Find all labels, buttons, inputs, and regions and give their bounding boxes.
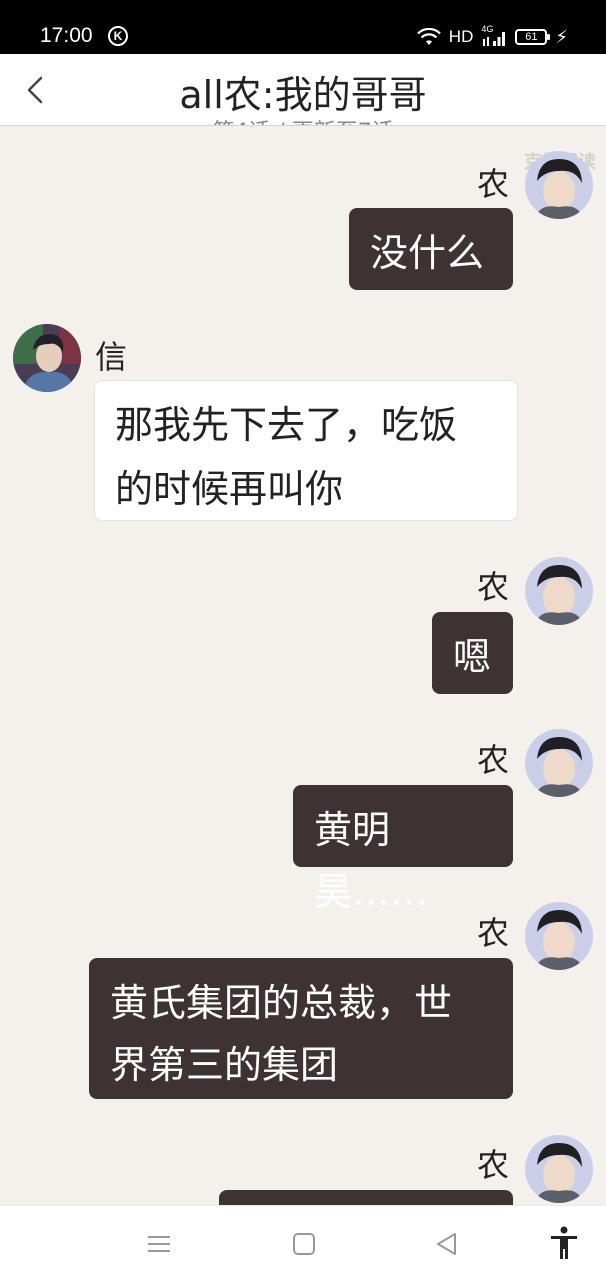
avatar[interactable] xyxy=(525,151,593,219)
menu-icon[interactable] xyxy=(145,1230,173,1258)
message-item: 信 那我先下去了，吃饭 的时候再叫你 xyxy=(0,317,606,527)
avatar[interactable] xyxy=(525,1135,593,1203)
chat-bubble[interactable]: 黄氏集团的总裁，世 界第三的集团 xyxy=(89,958,513,1099)
chat-header: all农:我的哥哥 第4话 / 更新至7话 xyxy=(0,54,606,126)
signal-icon: 4G xyxy=(481,24,507,47)
sender-name: 农 xyxy=(477,1146,510,1184)
message-item: 农 黄明昊…… xyxy=(0,717,606,914)
sender-name: 农 xyxy=(477,568,510,606)
message-text-line: 界第三的集团 xyxy=(110,1043,339,1087)
hd-label: HD xyxy=(448,27,474,46)
chat-bubble[interactable]: 嗯 xyxy=(432,612,513,694)
chat-list[interactable]: 农 没什么 信 那我先下去了，吃饭 的时候再叫你 农 嗯 农 黄明昊…… 农 黄… xyxy=(0,127,606,1205)
message-text: 没什么 xyxy=(370,231,485,275)
avatar[interactable] xyxy=(525,557,593,625)
chat-bubble[interactable]: 没什么 xyxy=(349,208,513,290)
avatar[interactable] xyxy=(13,324,81,392)
avatar[interactable] xyxy=(525,729,593,797)
sender-name: 农 xyxy=(477,741,510,779)
status-indicators: HD 4G 61 ⚡ xyxy=(417,24,568,48)
chapter-subtitle: 第4话 / 更新至7话 xyxy=(0,114,606,125)
message-text-line: 那我先下去了，吃饭 xyxy=(115,403,458,447)
message-item: 农 没什么 xyxy=(0,127,606,297)
charging-bolt-icon: ⚡ xyxy=(555,26,568,48)
sender-name: 农 xyxy=(477,914,510,952)
home-square-icon[interactable] xyxy=(290,1230,318,1258)
sender-name: 信 xyxy=(95,338,128,376)
accessibility-icon[interactable] xyxy=(549,1226,579,1260)
k-badge-icon: K xyxy=(108,26,128,46)
status-bar: 17:00 K HD 4G 61 ⚡ xyxy=(0,0,606,54)
chat-bubble[interactable] xyxy=(219,1190,513,1205)
battery-level: 61 xyxy=(525,31,538,43)
battery-icon: 61 xyxy=(515,29,551,45)
back-triangle-icon[interactable] xyxy=(433,1230,461,1258)
sender-name: 农 xyxy=(477,165,510,203)
message-text: 嗯 xyxy=(453,635,492,679)
wifi-icon xyxy=(417,28,441,45)
system-nav-bar xyxy=(0,1205,606,1280)
message-text-line: 黄氏集团的总裁，世 xyxy=(110,981,453,1025)
status-time: 17:00 xyxy=(40,24,93,47)
page-title: all农:我的哥哥 xyxy=(179,73,427,117)
message-item: 农 黄氏集团的总裁，世 界第三的集团 xyxy=(0,892,606,1112)
chat-bubble[interactable]: 那我先下去了，吃饭 的时候再叫你 xyxy=(94,380,518,521)
message-item: 农 xyxy=(0,1122,606,1205)
message-item: 农 嗯 xyxy=(0,537,606,707)
message-text-line: 的时候再叫你 xyxy=(115,467,344,511)
avatar[interactable] xyxy=(525,902,593,970)
chat-bubble[interactable]: 黄明昊…… xyxy=(293,785,513,914)
